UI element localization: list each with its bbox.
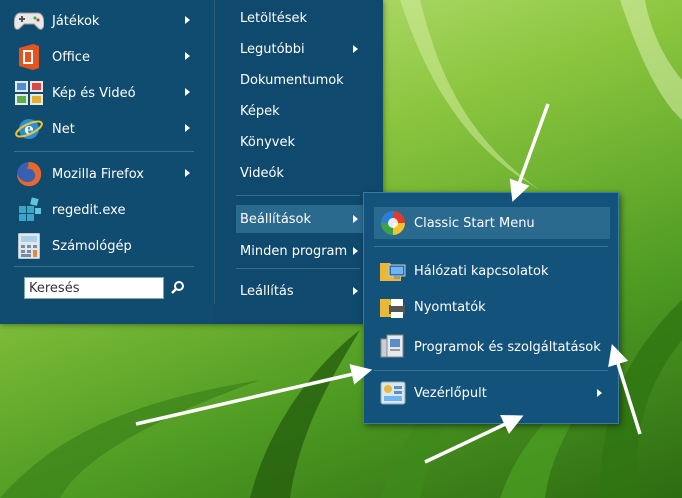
settings-submenu: Classic Start Menu Hálózati kapcsolatok … xyxy=(363,192,619,424)
program-label: Játékok xyxy=(52,13,100,29)
right-item-minden-program[interactable]: Minden program xyxy=(236,237,366,265)
program-item-net[interactable]: e Net xyxy=(14,112,204,146)
submenu-item-vezerlopult[interactable]: Vezérlőpult xyxy=(374,377,610,409)
submenu-arrow-icon xyxy=(185,52,190,60)
column-divider xyxy=(214,0,215,304)
program-item-jatekok[interactable]: Játékok xyxy=(14,4,204,38)
photos-icon xyxy=(14,79,44,107)
classic-start-menu-icon xyxy=(378,209,408,237)
right-item-label: Minden program xyxy=(240,243,348,259)
search-input[interactable] xyxy=(24,277,164,299)
program-label: Mozilla Firefox xyxy=(52,166,144,182)
calculator-icon xyxy=(14,232,44,260)
submenu-item-nyomtatok[interactable]: Nyomtatók xyxy=(374,291,610,323)
submenu-item-label: Vezérlőpult xyxy=(414,385,487,401)
right-item-letoltesek[interactable]: Letöltések xyxy=(236,4,366,32)
program-label: regedit.exe xyxy=(52,202,126,218)
program-item-regedit[interactable]: regedit.exe xyxy=(14,193,204,227)
right-item-label: Videók xyxy=(240,165,284,181)
right-item-label: Legutóbbi xyxy=(240,41,305,57)
submenu-arrow-icon xyxy=(353,287,358,295)
program-label: Számológép xyxy=(52,238,132,254)
right-item-konyvek[interactable]: Könyvek xyxy=(236,128,366,156)
shutdown-button[interactable]: Leállítás xyxy=(236,277,366,305)
submenu-item-halozati-kapcsolatok[interactable]: Hálózati kapcsolatok xyxy=(374,255,610,287)
control-panel-icon xyxy=(378,379,408,407)
right-item-label: Dokumentumok xyxy=(240,72,344,88)
submenu-arrow-icon xyxy=(185,88,190,96)
submenu-item-classic-start-menu[interactable]: Classic Start Menu xyxy=(374,207,610,239)
right-item-legutobbi[interactable]: Legutóbbi xyxy=(236,35,366,63)
submenu-arrow-icon xyxy=(597,389,602,397)
printer-icon xyxy=(378,293,408,321)
program-item-office[interactable]: Office xyxy=(14,40,204,74)
submenu-arrow-icon xyxy=(353,215,358,223)
internet-explorer-icon: e xyxy=(14,115,44,143)
submenu-item-label: Classic Start Menu xyxy=(414,215,535,231)
program-label: Kép és Videó xyxy=(52,85,136,101)
right-item-dokumentumok[interactable]: Dokumentumok xyxy=(236,66,366,94)
search-icon[interactable] xyxy=(170,280,186,296)
submenu-arrow-icon xyxy=(185,16,190,24)
right-item-videok[interactable]: Videók xyxy=(236,159,366,187)
separator xyxy=(236,195,360,196)
submenu-item-programok-es-szolgaltatasok[interactable]: Programok és szolgáltatások xyxy=(374,331,610,363)
programs-features-icon xyxy=(378,333,408,361)
submenu-item-label: Nyomtatók xyxy=(414,299,486,315)
right-item-beallitasok[interactable]: Beállítások xyxy=(236,205,366,233)
right-item-label: Könyvek xyxy=(240,134,295,150)
regedit-icon xyxy=(14,196,44,224)
separator xyxy=(14,266,194,267)
program-item-szamologep[interactable]: Számológép xyxy=(14,229,204,263)
submenu-arrow-icon xyxy=(185,124,190,132)
right-item-label: Leállítás xyxy=(240,283,294,299)
separator xyxy=(374,370,608,371)
gamepad-icon xyxy=(14,7,44,35)
program-item-firefox[interactable]: Mozilla Firefox xyxy=(14,157,204,191)
network-connections-icon xyxy=(378,257,408,285)
separator xyxy=(374,246,608,247)
submenu-arrow-icon xyxy=(353,247,358,255)
program-label: Office xyxy=(52,49,90,65)
submenu-arrow-icon xyxy=(353,45,358,53)
office-icon xyxy=(14,43,44,71)
right-item-label: Letöltések xyxy=(240,10,308,26)
submenu-arrow-icon xyxy=(185,169,190,177)
program-item-kep-es-video[interactable]: Kép és Videó xyxy=(14,76,204,110)
submenu-item-label: Programok és szolgáltatások xyxy=(414,339,601,355)
right-item-kepek[interactable]: Képek xyxy=(236,97,366,125)
start-menu: Játékok Office Kép és Videó e Net Mozill… xyxy=(0,0,383,324)
separator xyxy=(14,151,194,152)
right-item-label: Képek xyxy=(240,103,280,119)
submenu-item-label: Hálózati kapcsolatok xyxy=(414,263,549,279)
firefox-icon xyxy=(14,160,44,188)
separator xyxy=(236,268,360,269)
right-item-label: Beállítások xyxy=(240,211,312,227)
program-label: Net xyxy=(52,121,75,137)
